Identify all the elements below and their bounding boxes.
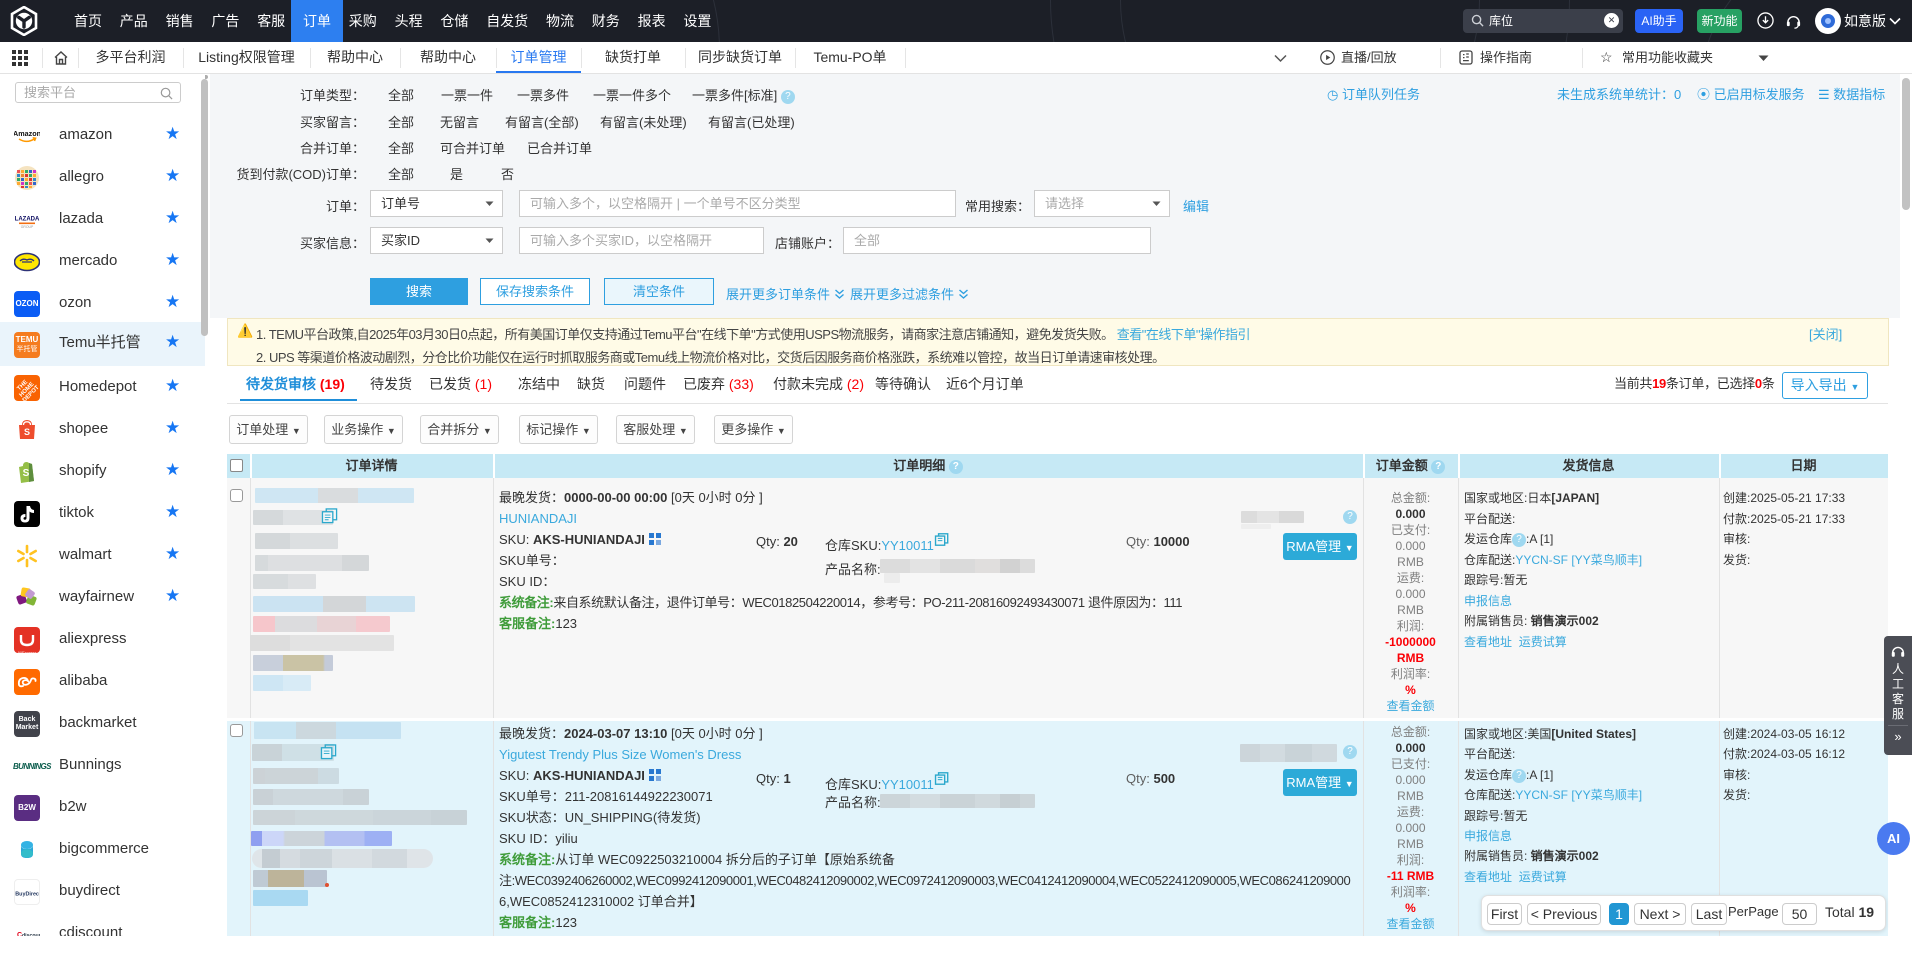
svg-text:BuyDirect: BuyDirect — [15, 892, 40, 898]
svg-text:GROUP: GROUP — [21, 225, 34, 229]
svg-text:Amazon: Amazon — [14, 129, 40, 138]
svg-text:S: S — [24, 427, 30, 437]
svg-text:LAZADA: LAZADA — [15, 217, 40, 223]
svg-text:S: S — [23, 468, 30, 479]
